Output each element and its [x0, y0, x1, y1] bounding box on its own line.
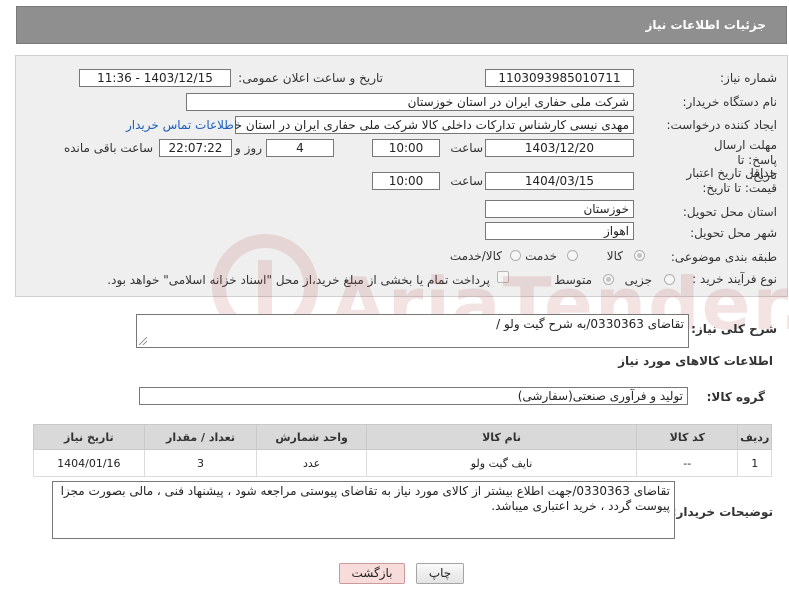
back-button[interactable]: بازگشت	[339, 563, 405, 584]
need-details-page: جزئیات اطلاعات نیاز شماره نیاز: 11030939…	[0, 0, 789, 598]
summary-field[interactable]: تقاضای 0330363/به شرح گیت ولو /	[136, 314, 689, 348]
col-qty-header: تعداد / مقدار	[143, 424, 258, 450]
days-remaining-field[interactable]: 4	[266, 139, 334, 157]
treasury-payment-checkbox[interactable]	[497, 271, 509, 283]
cell-date: 1404/01/16	[33, 449, 145, 477]
goods-group-label: گروه کالا:	[706, 390, 765, 404]
category-label: طبقه بندی موضوعی:	[670, 250, 777, 264]
buyer-org-field[interactable]: شرکت ملی حفاری ایران در استان خوزستان	[186, 93, 634, 111]
treasury-payment-note: پرداخت تمام یا بخشی از مبلغ خرید،از محل …	[107, 273, 490, 287]
need-number-label: شماره نیاز:	[720, 71, 777, 85]
delivery-province-field[interactable]: خوزستان	[485, 200, 634, 218]
category-radio-goods[interactable]	[634, 250, 645, 261]
price-validity-time-label: ساعت	[450, 174, 483, 188]
cell-code: --	[636, 449, 739, 477]
items-section-title: اطلاعات کالاهای مورد نیاز	[618, 354, 773, 368]
print-button[interactable]: چاپ	[416, 563, 464, 584]
summary-text: تقاضای 0330363/به شرح گیت ولو /	[496, 317, 684, 331]
announce-datetime-label: تاریخ و ساعت اعلان عمومی:	[238, 71, 383, 85]
time-remaining-field[interactable]: 22:07:22	[159, 139, 232, 157]
announce-datetime-field[interactable]: 1403/12/15 - 11:36	[79, 69, 231, 87]
resize-grip-icon[interactable]	[139, 337, 147, 345]
col-row-header: ردیف	[737, 424, 772, 450]
cell-row: 1	[737, 449, 772, 477]
category-option-service: خدمت	[525, 249, 557, 263]
delivery-city-field[interactable]: اهواز	[485, 222, 634, 240]
delivery-city-label: شهر محل تحویل:	[690, 226, 777, 240]
col-unit-header: واحد شمارش	[256, 424, 367, 450]
category-option-goods-service: کالا/خدمت	[449, 249, 502, 263]
goods-group-field[interactable]: تولید و فرآوری صنعتی(سفارشی)	[139, 387, 688, 405]
deadline-date-field[interactable]: 1403/12/20	[485, 139, 634, 157]
buyer-notes-field[interactable]: تقاضای 0330363/جهت اطلاع بیشتر از کالای …	[52, 481, 675, 539]
purchase-type-option-medium: متوسط	[554, 273, 592, 287]
delivery-province-label: استان محل تحویل:	[682, 205, 777, 219]
deadline-time-field[interactable]: 10:00	[372, 139, 440, 157]
purchase-type-radio-minor[interactable]	[664, 274, 675, 285]
days-label: روز و	[235, 141, 262, 155]
buyer-contact-link[interactable]: اطلاعات تماس خریدار	[126, 118, 237, 132]
price-validity-label: حداقل تاریخ اعتبار قیمت: تا تاریخ:	[686, 166, 777, 195]
cell-qty: 3	[143, 449, 258, 477]
col-name-header: نام کالا	[365, 424, 638, 450]
price-validity-time-field[interactable]: 10:00	[372, 172, 440, 190]
col-code-header: کد کالا	[636, 424, 739, 450]
category-radio-service[interactable]	[567, 250, 578, 261]
requester-field[interactable]: مهدی نیسی کارشناس تدارکات داخلی کالا شرک…	[235, 116, 634, 134]
need-number-field[interactable]: 1103093985010711	[485, 69, 634, 87]
buyer-notes-text: تقاضای 0330363/جهت اطلاع بیشتر از کالای …	[60, 484, 670, 513]
page-title: جزئیات اطلاعات نیاز	[645, 18, 766, 32]
deadline-time-label: ساعت	[450, 141, 483, 155]
category-radio-goods-service[interactable]	[510, 250, 521, 261]
cell-unit: عدد	[256, 449, 367, 477]
cell-name: نایف گیت ولو	[365, 449, 638, 477]
purchase-type-option-minor: جزیی	[624, 273, 652, 287]
purchase-type-label: نوع فرآیند خرید :	[692, 272, 777, 286]
category-option-goods: کالا	[606, 249, 623, 263]
page-header: جزئیات اطلاعات نیاز	[16, 6, 787, 44]
table-row[interactable]: 1 -- نایف گیت ولو عدد 3 1404/01/16	[33, 449, 772, 477]
buyer-notes-label: توضیحات خریدار:	[671, 505, 773, 519]
requester-label: ایجاد کننده درخواست:	[666, 118, 777, 132]
buyer-org-label: نام دستگاه خریدار:	[682, 95, 778, 109]
col-date-header: تاریخ نیاز	[33, 424, 145, 450]
buyer-contact-link-text: اطلاعات تماس خریدار	[126, 118, 238, 132]
items-table: ردیف کد کالا نام کالا واحد شمارش تعداد /…	[33, 424, 772, 477]
purchase-type-radio-medium[interactable]	[603, 274, 614, 285]
items-table-header: ردیف کد کالا نام کالا واحد شمارش تعداد /…	[33, 424, 772, 450]
time-remaining-label: ساعت باقی مانده	[63, 141, 153, 155]
price-validity-date-field[interactable]: 1404/03/15	[485, 172, 634, 190]
summary-label: شرح کلی نیاز:	[691, 322, 777, 336]
